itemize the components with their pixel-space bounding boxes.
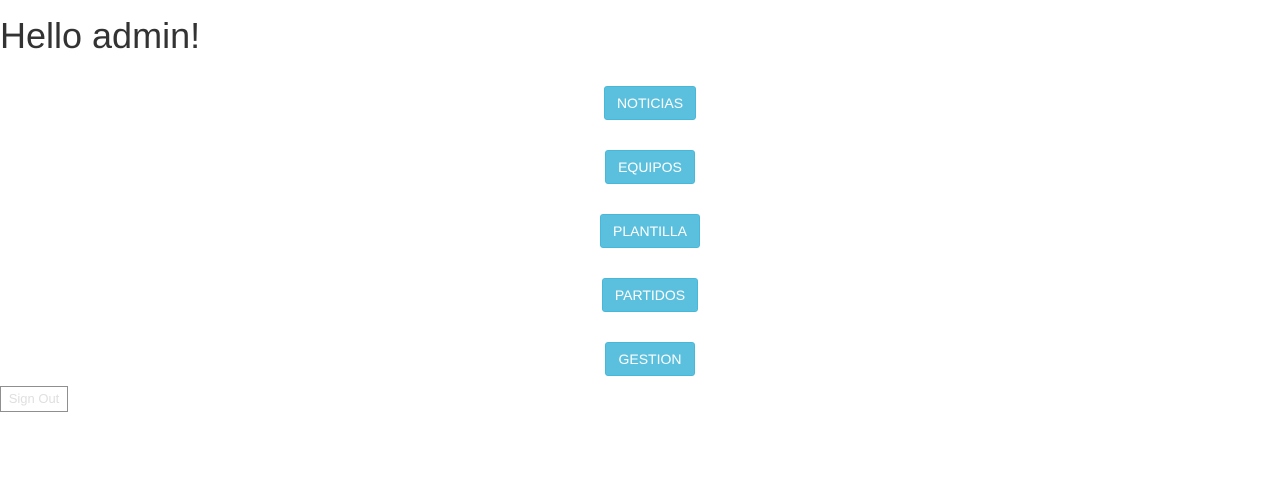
equipos-button[interactable]: EQUIPOS [605, 150, 695, 184]
noticias-button[interactable]: NOTICIAS [603, 86, 697, 120]
gestion-button[interactable]: GESTION [605, 342, 695, 376]
plantilla-button[interactable]: PLANTILLA [600, 214, 700, 248]
page: Hello admin! NOTICIAS EQUIPOS PLANTILLA … [0, 0, 1276, 477]
partidos-button[interactable]: PARTIDOS [601, 278, 699, 312]
greeting-heading: Hello admin! [0, 15, 201, 56]
sign-out-button[interactable]: Sign Out [0, 386, 68, 412]
main-menu: NOTICIAS EQUIPOS PLANTILLA PARTIDOS GEST… [0, 86, 1276, 406]
